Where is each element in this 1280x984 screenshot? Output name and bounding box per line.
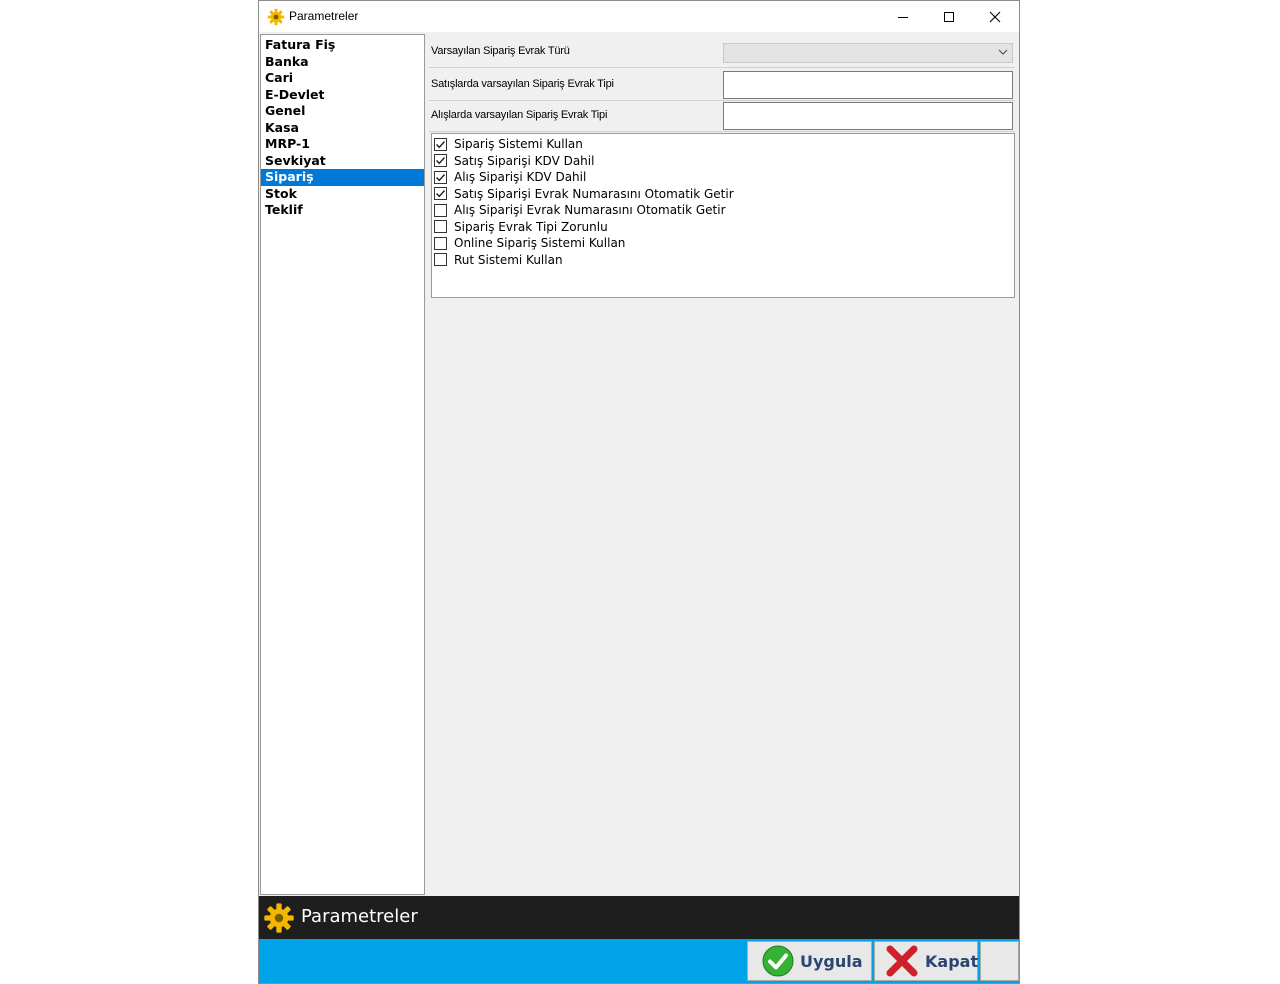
parameters-window: Parametreler Fatura Fiş Banka Cari E-Dev… xyxy=(258,0,1020,984)
options-checklist: Sipariş Sistemi Kullan Satış Siparişi KD… xyxy=(431,133,1015,298)
checkbox[interactable] xyxy=(434,203,447,217)
option-label: Sipariş Evrak Tipi Zorunlu xyxy=(454,219,608,234)
default-order-doc-type-row: Varsayılan Sipariş Evrak Türü xyxy=(429,36,1015,68)
maximize-button[interactable] xyxy=(926,1,972,32)
chevron-down-icon xyxy=(998,49,1008,55)
checkmark-icon xyxy=(436,157,446,165)
apply-button[interactable]: Uygula xyxy=(747,941,872,981)
footer-title-bar: Parametreler xyxy=(259,896,1019,939)
footer-title: Parametreler xyxy=(301,906,418,927)
checkbox[interactable] xyxy=(434,170,447,184)
nav-item-siparis[interactable]: Sipariş xyxy=(261,169,424,186)
nav-item-stok[interactable]: Stok xyxy=(261,186,424,203)
window-title: Parametreler xyxy=(289,9,359,23)
minimize-icon xyxy=(898,16,908,18)
action-bar: Uygula Kapat xyxy=(259,939,1019,983)
default-order-doc-type-label: Varsayılan Sipariş Evrak Türü xyxy=(431,45,570,57)
option-online-order-system[interactable]: Online Sipariş Sistemi Kullan xyxy=(432,235,1014,252)
nav-item-teklif[interactable]: Teklif xyxy=(261,202,424,219)
nav-item-kasa[interactable]: Kasa xyxy=(261,120,424,137)
close-label: Kapat xyxy=(925,951,979,971)
option-label: Sipariş Sistemi Kullan xyxy=(454,137,583,152)
nav-item-banka[interactable]: Banka xyxy=(261,54,424,71)
maximize-icon xyxy=(944,11,954,22)
checkbox[interactable] xyxy=(434,236,447,250)
checkmark-icon xyxy=(436,140,446,149)
sales-default-doc-kind-input[interactable] xyxy=(723,71,1013,99)
nav-item-genel[interactable]: Genel xyxy=(261,103,424,120)
checkmark-icon xyxy=(436,173,446,182)
checkbox[interactable] xyxy=(434,137,447,151)
checkbox[interactable] xyxy=(434,220,447,234)
option-label: Alış Siparişi Evrak Numarasını Otomatik … xyxy=(454,203,726,218)
sales-default-doc-kind-label: Satışlarda varsayılan Sipariş Evrak Tipi xyxy=(431,78,614,90)
option-purchase-order-vat-included[interactable]: Alış Siparişi KDV Dahil xyxy=(432,169,1014,186)
checkbox[interactable] xyxy=(434,187,447,201)
option-sales-auto-doc-number[interactable]: Satış Siparişi Evrak Numarasını Otomatik… xyxy=(432,186,1014,203)
option-use-order-system[interactable]: Sipariş Sistemi Kullan xyxy=(432,136,1014,153)
option-label: Alış Siparişi KDV Dahil xyxy=(454,170,587,185)
option-label: Rut Sistemi Kullan xyxy=(454,252,563,267)
title-bar[interactable]: Parametreler xyxy=(259,1,1019,32)
purchase-default-doc-kind-input[interactable] xyxy=(723,102,1013,130)
checkbox[interactable] xyxy=(434,253,447,267)
gear-icon xyxy=(267,8,285,26)
option-doc-kind-required[interactable]: Sipariş Evrak Tipi Zorunlu xyxy=(432,219,1014,236)
option-label: Satış Siparişi KDV Dahil xyxy=(454,153,595,168)
nav-item-e-devlet[interactable]: E-Devlet xyxy=(261,87,424,104)
sales-default-doc-kind-row: Satışlarda varsayılan Sipariş Evrak Tipi xyxy=(429,69,1015,101)
close-icon xyxy=(989,11,1001,22)
minimize-button[interactable] xyxy=(880,1,926,32)
option-label: Satış Siparişi Evrak Numarasını Otomatik… xyxy=(454,186,734,201)
default-order-doc-type-select[interactable] xyxy=(723,43,1013,63)
purchase-default-doc-kind-row: Alışlarda varsayılan Sipariş Evrak Tipi xyxy=(429,100,1015,132)
option-label: Online Sipariş Sistemi Kullan xyxy=(454,236,626,251)
settings-panel: Varsayılan Sipariş Evrak Türü Satışlarda… xyxy=(429,34,1017,894)
apply-label: Uygula xyxy=(800,951,863,971)
close-button[interactable]: Kapat xyxy=(874,941,978,981)
option-purchase-auto-doc-number[interactable]: Alış Siparişi Evrak Numarasını Otomatik … xyxy=(432,202,1014,219)
nav-item-mrp-1[interactable]: MRP-1 xyxy=(261,136,424,153)
x-icon xyxy=(886,945,918,977)
option-sales-order-vat-included[interactable]: Satış Siparişi KDV Dahil xyxy=(432,153,1014,170)
category-list[interactable]: Fatura Fiş Banka Cari E-Devlet Genel Kas… xyxy=(260,34,425,895)
extra-button[interactable] xyxy=(980,941,1019,981)
option-route-system[interactable]: Rut Sistemi Kullan xyxy=(432,252,1014,269)
checkbox[interactable] xyxy=(434,154,447,168)
nav-item-sevkiyat[interactable]: Sevkiyat xyxy=(261,153,424,170)
nav-item-cari[interactable]: Cari xyxy=(261,70,424,87)
gear-icon xyxy=(264,903,294,933)
purchase-default-doc-kind-label: Alışlarda varsayılan Sipariş Evrak Tipi xyxy=(431,109,608,121)
check-icon xyxy=(762,945,794,977)
checkmark-icon xyxy=(436,190,446,198)
nav-item-fatura-fis[interactable]: Fatura Fiş xyxy=(261,37,424,54)
close-window-button[interactable] xyxy=(972,1,1018,32)
